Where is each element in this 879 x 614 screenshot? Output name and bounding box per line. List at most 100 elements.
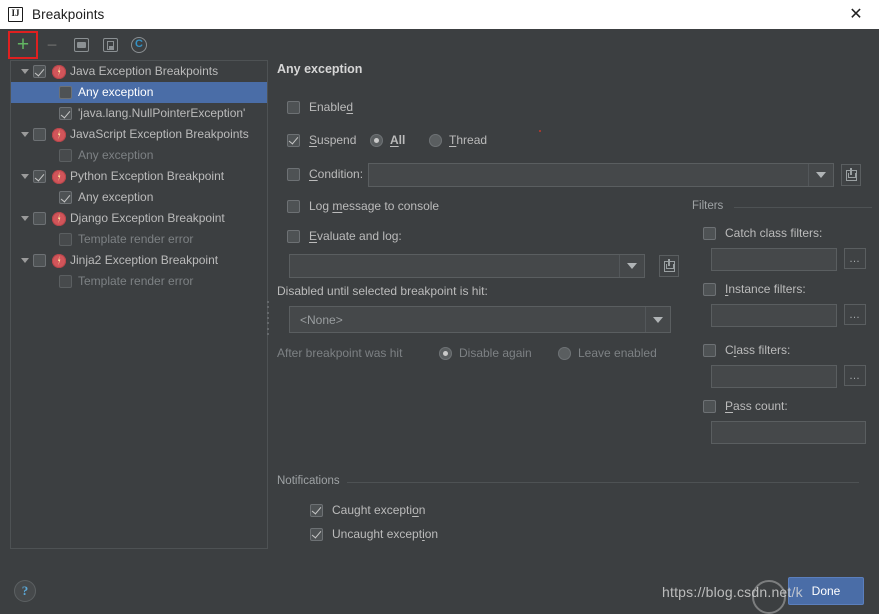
exception-breakpoint-icon: [52, 64, 66, 79]
tree-row[interactable]: Template render error: [11, 229, 267, 250]
class-filters-browse-button[interactable]: …: [844, 365, 866, 386]
done-button[interactable]: Done: [788, 577, 864, 605]
tree-row-checkbox[interactable]: [33, 65, 46, 78]
leave-enabled-radio-row[interactable]: Leave enabled: [558, 346, 657, 360]
leave-enabled-label: Leave enabled: [578, 346, 657, 360]
suspend-all-radio[interactable]: [370, 133, 383, 147]
tree-row[interactable]: Jinja2 Exception Breakpoint: [11, 250, 267, 271]
catch-class-filters-input[interactable]: [711, 248, 837, 271]
caught-exception-label: Caught exception: [332, 503, 426, 517]
remove-breakpoint-button[interactable]: −: [39, 33, 65, 57]
condition-checkbox-row[interactable]: Condition:: [287, 167, 363, 181]
help-button[interactable]: ?: [14, 580, 36, 602]
condition-expand-button[interactable]: [841, 164, 861, 186]
intellij-idea-logo-icon: [8, 7, 23, 22]
suspend-thread-radio[interactable]: [429, 133, 442, 147]
tree-row-checkbox[interactable]: [33, 128, 46, 141]
evaluate-and-log-checkbox-row[interactable]: Evaluate and log:: [287, 229, 402, 243]
condition-label: Condition:: [309, 167, 364, 181]
tree-row-checkbox[interactable]: [33, 170, 46, 183]
evaluate-and-log-input[interactable]: [289, 254, 645, 278]
class-filters-input[interactable]: [711, 365, 837, 388]
close-icon[interactable]: ✕: [833, 0, 879, 29]
suspend-all-label: All: [390, 133, 406, 147]
tree-row-checkbox[interactable]: [59, 233, 72, 246]
uncaught-exception-checkbox-row[interactable]: Uncaught exception: [310, 527, 438, 541]
expand-collapse-triangle-icon[interactable]: [17, 216, 33, 221]
add-breakpoint-button[interactable]: +: [8, 30, 38, 59]
catch-class-filters-checkbox-row[interactable]: Catch class filters:: [703, 226, 822, 240]
log-message-checkbox[interactable]: [287, 199, 300, 213]
uncaught-exception-label: Uncaught exception: [332, 527, 439, 541]
disabled-until-combobox[interactable]: <None>: [289, 306, 671, 333]
tree-row-checkbox[interactable]: [59, 191, 72, 204]
tree-row[interactable]: 'java.lang.NullPointerException': [11, 103, 267, 124]
disable-again-radio-row[interactable]: Disable again: [439, 346, 532, 360]
expand-collapse-triangle-icon[interactable]: [17, 258, 33, 263]
evaluate-and-log-expand-button[interactable]: [659, 255, 679, 277]
tree-row-checkbox[interactable]: [59, 107, 72, 120]
tree-row[interactable]: Java Exception Breakpoints: [11, 61, 267, 82]
tree-row-label: Jinja2 Exception Breakpoint: [70, 253, 219, 267]
group-by-type-button[interactable]: [97, 33, 123, 57]
leave-enabled-radio[interactable]: [558, 346, 571, 360]
tree-row-label: Template render error: [78, 274, 194, 288]
group-by-class-button[interactable]: [126, 33, 152, 57]
log-message-checkbox-row[interactable]: Log message to console: [287, 199, 439, 213]
tree-row-label: Django Exception Breakpoint: [70, 211, 225, 225]
instance-filters-input[interactable]: [711, 304, 837, 327]
disabled-until-dropdown-button[interactable]: [645, 307, 670, 332]
expand-collapse-triangle-icon[interactable]: [17, 174, 33, 179]
caught-exception-checkbox-row[interactable]: Caught exception: [310, 503, 425, 517]
suspend-checkbox-row[interactable]: Suspend: [287, 133, 356, 147]
pass-count-input[interactable]: [711, 421, 866, 444]
condition-input[interactable]: [368, 163, 834, 187]
instance-filters-browse-button[interactable]: …: [844, 304, 866, 325]
instance-filters-checkbox-row[interactable]: Instance filters:: [703, 282, 806, 296]
tree-row[interactable]: JavaScript Exception Breakpoints: [11, 124, 267, 145]
notifications-group-divider: [347, 482, 859, 483]
tree-row[interactable]: Django Exception Breakpoint: [11, 208, 267, 229]
tree-row[interactable]: Any exception: [11, 82, 267, 103]
expand-collapse-triangle-icon[interactable]: [17, 69, 33, 74]
suspend-all-radio-row[interactable]: All: [370, 133, 405, 147]
class-filters-checkbox-row[interactable]: Class filters:: [703, 343, 790, 357]
breakpoints-tree[interactable]: Java Exception Breakpoints Any exception '…: [10, 60, 268, 549]
pass-count-checkbox[interactable]: [703, 399, 716, 413]
tree-row-checkbox[interactable]: [59, 86, 72, 99]
window-title-bar: Breakpoints ✕: [0, 0, 879, 29]
class-filters-checkbox[interactable]: [703, 343, 716, 357]
catch-class-filters-checkbox[interactable]: [703, 226, 716, 240]
catch-class-filters-browse-button[interactable]: …: [844, 248, 866, 269]
tree-row-checkbox[interactable]: [59, 275, 72, 288]
instance-filters-label: Instance filters:: [725, 282, 806, 296]
enabled-checkbox[interactable]: [287, 100, 300, 114]
suspend-checkbox[interactable]: [287, 133, 300, 147]
exception-breakpoint-icon: [52, 253, 66, 268]
tree-row-checkbox[interactable]: [33, 212, 46, 225]
tree-row[interactable]: Any exception: [11, 145, 267, 166]
tree-row-checkbox[interactable]: [59, 149, 72, 162]
condition-checkbox[interactable]: [287, 167, 300, 181]
after-hit-label: After breakpoint was hit: [277, 346, 403, 360]
condition-dropdown-button[interactable]: [808, 164, 833, 186]
instance-filters-checkbox[interactable]: [703, 282, 716, 296]
evaluate-and-log-checkbox[interactable]: [287, 229, 300, 243]
pane-splitter-handle[interactable]: [266, 301, 270, 335]
tree-row-label: Any exception: [78, 148, 154, 162]
pass-count-checkbox-row[interactable]: Pass count:: [703, 399, 788, 413]
evaluate-and-log-dropdown-button[interactable]: [619, 255, 644, 277]
tree-row[interactable]: Python Exception Breakpoint: [11, 166, 267, 187]
tree-row-label: 'java.lang.NullPointerException': [78, 106, 246, 120]
caught-exception-checkbox[interactable]: [310, 503, 323, 517]
uncaught-exception-checkbox[interactable]: [310, 527, 323, 541]
disable-again-radio[interactable]: [439, 346, 452, 360]
group-by-file-button[interactable]: [68, 33, 94, 57]
tree-row[interactable]: Template render error: [11, 271, 267, 292]
tree-row[interactable]: Any exception: [11, 187, 267, 208]
expand-collapse-triangle-icon[interactable]: [17, 132, 33, 137]
tree-row-checkbox[interactable]: [33, 254, 46, 267]
breakpoints-left-pane: + − Java Exception Breakpoints Any except…: [0, 29, 270, 549]
suspend-thread-radio-row[interactable]: Thread: [429, 133, 487, 147]
enabled-checkbox-row[interactable]: Enabled: [287, 100, 353, 114]
